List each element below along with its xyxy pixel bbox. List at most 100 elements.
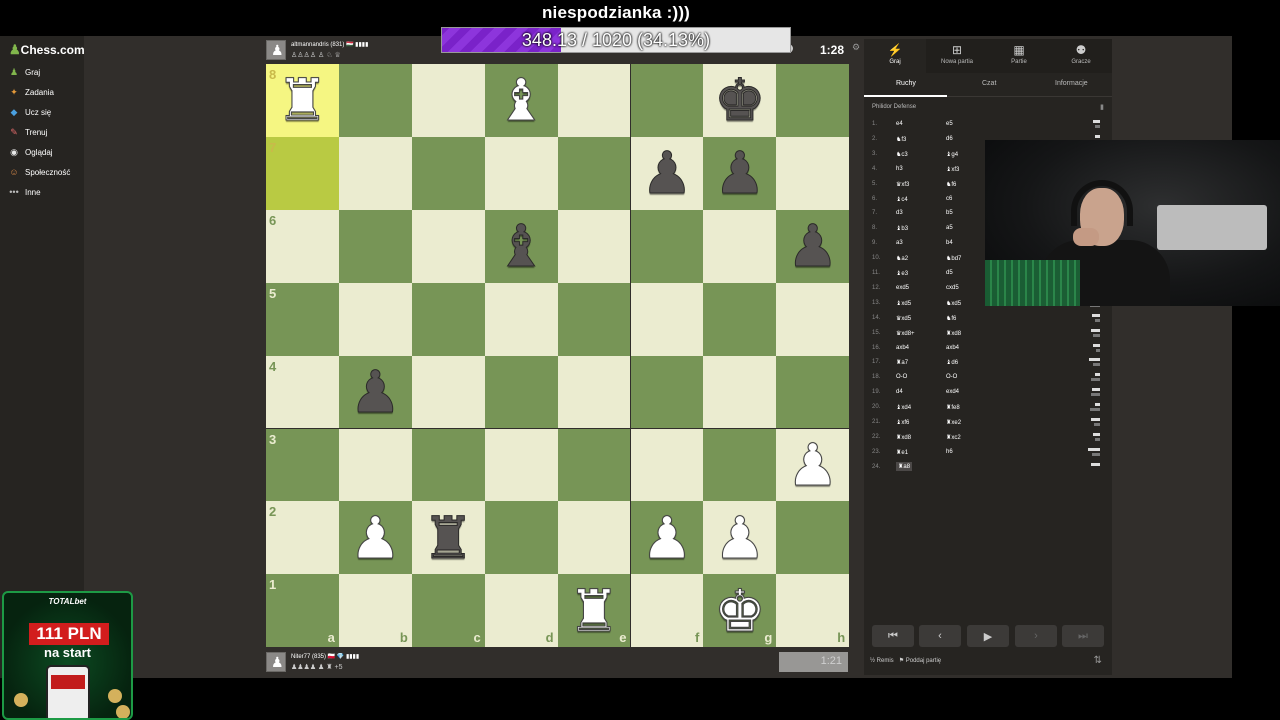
white-move[interactable]: ♞f3: [896, 136, 906, 143]
sidebar-item-zadania[interactable]: ✦ Zadania: [0, 83, 84, 101]
square-b3[interactable]: [338, 428, 412, 502]
square-b8[interactable]: [338, 64, 412, 137]
settings-gear-icon[interactable]: ⚙: [852, 42, 860, 53]
tab-info[interactable]: Informacje: [1055, 80, 1088, 87]
square-a5[interactable]: 5: [266, 282, 339, 356]
black-move[interactable]: ♝d6: [946, 359, 958, 366]
white-move[interactable]: axb4: [896, 345, 909, 351]
black-move[interactable]: b4: [946, 240, 953, 246]
resign-button[interactable]: Poddaj partię: [906, 658, 941, 664]
white-move[interactable]: ♛xd8+: [896, 330, 915, 337]
black-move[interactable]: ♜xc2: [946, 434, 961, 441]
white-rook-a8[interactable]: ♜: [266, 64, 339, 137]
chess-board[interactable]: 8 7 6 5 4 3 2 1 a b c d e f g h ♜ ♝ ♚ ♟ ♟ ♝ ♟ ♟ ♟ ♟ ♜ ♟ ♟ ♜ ♚: [266, 64, 850, 648]
prev-move-button[interactable]: ‹: [919, 625, 961, 647]
black-move[interactable]: ♞bd7: [946, 255, 961, 262]
black-move[interactable]: exd4: [946, 389, 959, 395]
square-c4[interactable]: [411, 355, 485, 429]
square-a4[interactable]: 4: [266, 355, 339, 429]
black-king-g8[interactable]: ♚: [703, 64, 776, 137]
black-pawn-g7[interactable]: ♟: [703, 137, 776, 210]
square-h1[interactable]: h: [776, 574, 850, 648]
square-e5[interactable]: [557, 282, 631, 356]
black-move[interactable]: axb4: [946, 345, 959, 351]
book-icon[interactable]: ▮: [1100, 103, 1104, 111]
black-move[interactable]: O-O: [946, 374, 957, 380]
white-move[interactable]: d4: [896, 389, 903, 395]
square-d2[interactable]: [484, 501, 558, 575]
avatar[interactable]: [266, 40, 286, 60]
square-c8[interactable]: [411, 64, 485, 137]
square-f6[interactable]: [630, 209, 704, 283]
square-d3[interactable]: [484, 428, 558, 502]
sidebar-item-inne[interactable]: ••• Inne: [0, 183, 84, 201]
square-g4[interactable]: [703, 355, 777, 429]
white-move[interactable]: ♞c3: [896, 151, 908, 158]
square-c7[interactable]: [411, 136, 485, 210]
white-pawn-g2[interactable]: ♟: [703, 501, 776, 574]
square-c3[interactable]: [411, 428, 485, 502]
white-move[interactable]: d3: [896, 210, 903, 216]
black-move[interactable]: ♜xd8: [946, 330, 961, 337]
white-pawn-h3[interactable]: ♟: [776, 429, 849, 502]
sidebar-item-graj[interactable]: ♟ Graj: [0, 63, 84, 81]
sidebar-item-oglądaj[interactable]: ◉ Oglądaj: [0, 143, 84, 161]
square-h5[interactable]: [776, 282, 850, 356]
square-b7[interactable]: [338, 136, 412, 210]
white-pawn-b2[interactable]: ♟: [339, 501, 412, 574]
white-move[interactable]: ♞a2: [896, 255, 908, 262]
black-move[interactable]: h6: [946, 449, 953, 455]
white-king-g1[interactable]: ♚: [703, 574, 776, 647]
sidebar-item-ucz-się[interactable]: ◆ Ucz się: [0, 103, 84, 121]
white-move[interactable]: ♝b3: [896, 225, 908, 232]
square-f3[interactable]: [630, 428, 704, 502]
black-bishop-d6[interactable]: ♝: [485, 210, 558, 283]
play-button[interactable]: ▶: [967, 625, 1009, 647]
black-move[interactable]: ♜xe2: [946, 419, 961, 426]
square-d1[interactable]: d: [484, 574, 558, 648]
square-e8[interactable]: [557, 64, 631, 137]
square-h4[interactable]: [776, 355, 850, 429]
last-move-button[interactable]: ⏭: [1062, 625, 1104, 647]
white-pawn-f2[interactable]: ♟: [631, 501, 704, 574]
sidebar-item-trenuj[interactable]: ✎ Trenuj: [0, 123, 84, 141]
square-d7[interactable]: [484, 136, 558, 210]
square-h7[interactable]: [776, 136, 850, 210]
black-rook-c2[interactable]: ♜: [412, 501, 485, 574]
white-move[interactable]: ♛xd5: [896, 315, 911, 322]
black-move[interactable]: ♜fe8: [946, 404, 960, 411]
square-e4[interactable]: [557, 355, 631, 429]
tab-nowa-partia[interactable]: ⊞ Nowa partia: [926, 39, 988, 73]
white-move[interactable]: ♝xf6: [896, 419, 909, 426]
black-move[interactable]: ♞f6: [946, 181, 956, 188]
first-move-button[interactable]: ⏮: [872, 625, 914, 647]
tab-graj[interactable]: ⚡ Graj: [864, 39, 926, 73]
bottom-player-name[interactable]: Niter77 (835) 🇵🇱 💎 ▮▮▮▮: [291, 653, 359, 660]
black-move[interactable]: cxd5: [946, 285, 959, 291]
square-f1[interactable]: f: [630, 574, 704, 648]
square-e3[interactable]: [557, 428, 631, 502]
white-move[interactable]: ♝c4: [896, 196, 908, 203]
white-move[interactable]: ♝xd5: [896, 300, 911, 307]
white-move[interactable]: a3: [896, 240, 903, 246]
square-d4[interactable]: [484, 355, 558, 429]
square-f8[interactable]: [630, 64, 704, 137]
square-a1[interactable]: 1a: [266, 574, 339, 648]
black-move[interactable]: d5: [946, 270, 953, 276]
avatar[interactable]: [266, 652, 286, 672]
white-bishop-d8[interactable]: ♝: [485, 64, 558, 137]
white-move[interactable]: ♝xd4: [896, 404, 911, 411]
tab-partie[interactable]: ▦ Partie: [988, 39, 1050, 73]
white-move[interactable]: exd5: [896, 285, 909, 291]
white-move[interactable]: ♜e1: [896, 449, 908, 456]
black-move[interactable]: ♞f6: [946, 315, 956, 322]
top-player-name[interactable]: altmannandris (831) 🇭🇺 ▮▮▮▮: [291, 41, 368, 48]
flip-board-icon[interactable]: ⇅: [1094, 655, 1102, 666]
tab-chat[interactable]: Czat: [982, 80, 996, 87]
white-move[interactable]: ♜a7: [896, 359, 908, 366]
white-move[interactable]: ♝e3: [896, 270, 908, 277]
square-g6[interactable]: [703, 209, 777, 283]
white-move[interactable]: ♛xf3: [896, 181, 909, 188]
square-e7[interactable]: [557, 136, 631, 210]
square-a7[interactable]: 7: [266, 136, 339, 210]
